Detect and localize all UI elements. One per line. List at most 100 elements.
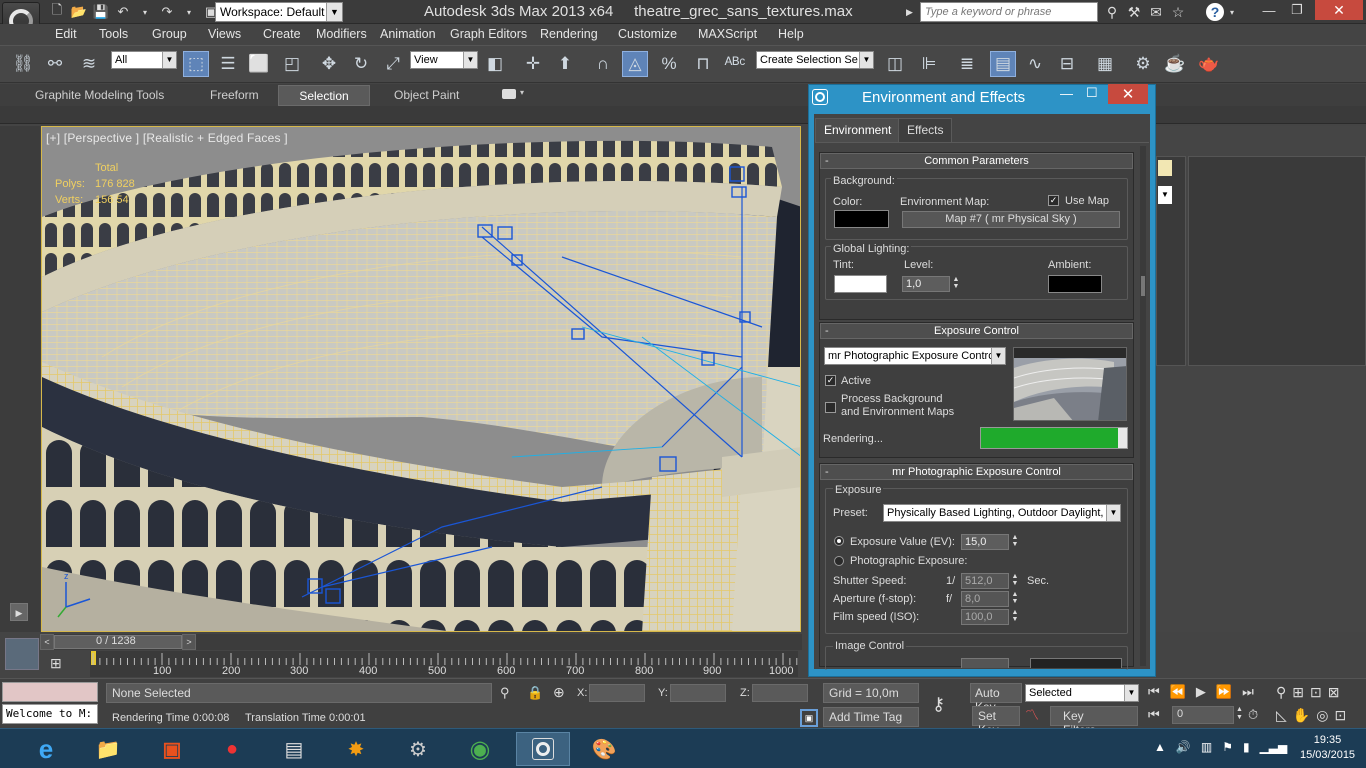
menu-views[interactable]: Views	[208, 27, 241, 41]
key-mode-toggle-icon[interactable]: ⏮	[1148, 707, 1160, 723]
edit-named-selection-icon[interactable]: ᴬᴮᶜ	[722, 51, 748, 77]
z-coord-field[interactable]	[752, 684, 808, 702]
system-tool-icon[interactable]: ⚙	[398, 732, 438, 766]
play-icon[interactable]: ▶	[10, 603, 28, 621]
common-parameters-header[interactable]: - Common Parameters	[820, 153, 1133, 169]
preset-dropdown[interactable]: Physically Based Lighting, Outdoor Dayli…	[883, 504, 1121, 522]
keyboard-shortcut-icon[interactable]: ⬆	[552, 51, 578, 77]
tab-effects[interactable]: Effects	[898, 118, 953, 142]
redo-icon[interactable]: ↷	[158, 3, 176, 21]
previous-frame-icon[interactable]: ⏪	[1170, 684, 1186, 700]
mirror-icon[interactable]: ◫	[882, 51, 908, 77]
time-slider[interactable]: < >	[40, 634, 802, 650]
key-filters-button[interactable]: Key Filters...	[1050, 706, 1138, 737]
internet-explorer-icon[interactable]: e	[26, 732, 66, 766]
menu-create[interactable]: Create	[263, 27, 301, 41]
tab-selection[interactable]: Selection	[278, 85, 370, 106]
spinner-arrows-icon[interactable]: ▲ ▼	[1010, 534, 1020, 550]
chevron-right-icon[interactable]: >	[182, 634, 196, 650]
set-key-button[interactable]: Set Key	[972, 706, 1020, 737]
pan-icon[interactable]: ✋	[1293, 707, 1310, 724]
next-frame-icon[interactable]: ⏩	[1216, 684, 1232, 700]
render-setup-icon[interactable]: ⚙	[1130, 51, 1156, 77]
select-by-name-icon[interactable]: ☰	[215, 51, 241, 77]
help-icon[interactable]: ?	[1206, 3, 1224, 21]
avast-icon[interactable]: ✸	[336, 732, 376, 766]
schematic-view-icon[interactable]: ⊟	[1054, 51, 1080, 77]
tint-color-swatch[interactable]	[834, 275, 887, 293]
camera-app-icon[interactable]: ●	[212, 732, 252, 766]
reference-coordinate-dropdown[interactable]: View ▼	[410, 51, 478, 69]
rendered-frame-window-icon[interactable]: ☕	[1162, 51, 1188, 77]
workspace-dropdown[interactable]: Workspace: Default ▼	[215, 2, 343, 22]
auto-key-button[interactable]: Auto Key	[970, 683, 1022, 714]
zoom-extents-icon[interactable]: ⊡	[1310, 684, 1322, 701]
tab-environment[interactable]: Environment	[815, 118, 901, 142]
selection-filter-dropdown[interactable]: All ▼	[111, 51, 177, 69]
rotate-icon[interactable]: ↻	[348, 51, 374, 77]
select-object-icon[interactable]: ⬚	[183, 51, 209, 77]
render-production-icon[interactable]: 🫖	[1196, 51, 1222, 77]
office-icon[interactable]: ▣	[152, 732, 192, 766]
paint-app-icon[interactable]: 🎨	[584, 732, 624, 766]
search-input[interactable]: Type a keyword or phrase	[920, 2, 1098, 22]
save-icon[interactable]: 💾	[92, 3, 110, 21]
maximize-viewport-icon[interactable]: ⊡	[1334, 707, 1346, 724]
minimize-button[interactable]: —	[1255, 0, 1283, 20]
layer-manager-icon[interactable]: ≣	[954, 51, 980, 77]
graphite-toggle-icon[interactable]: ▤	[990, 51, 1016, 77]
process-background-checkbox[interactable]	[825, 402, 836, 413]
menu-graph-editors[interactable]: Graph Editors	[450, 27, 527, 41]
scale-icon[interactable]: ⤢	[380, 51, 406, 77]
spinner-arrows-icon[interactable]: ▲ ▼	[1010, 609, 1020, 625]
link-icon[interactable]: ⛓	[10, 51, 36, 77]
installer-icon[interactable]: ▤	[274, 732, 314, 766]
align-icon[interactable]: ⊫	[916, 51, 942, 77]
dialog-maximize-button[interactable]: ☐	[1086, 85, 1098, 101]
orbit-icon[interactable]: ◎	[1316, 707, 1328, 724]
zoom-extents-all-icon[interactable]: ⊠	[1328, 684, 1340, 701]
chrome-icon[interactable]: ◉	[460, 732, 500, 766]
bind-space-warp-icon[interactable]: ≋	[76, 51, 102, 77]
spinner-snap-icon[interactable]: ⊓	[690, 51, 716, 77]
exposure-control-header[interactable]: - Exposure Control	[820, 323, 1133, 339]
menu-help[interactable]: Help	[778, 27, 804, 41]
help-dropdown-icon[interactable]: ▾	[1226, 2, 1238, 22]
new-file-icon[interactable]: 🗋	[48, 2, 66, 21]
dialog-close-button[interactable]: ✕	[1108, 84, 1148, 104]
menu-tools[interactable]: Tools	[99, 27, 128, 41]
exposure-control-dropdown[interactable]: mr Photographic Exposure Control ▼	[824, 347, 1006, 365]
move-icon[interactable]: ✥	[316, 51, 342, 77]
aperture-spinner[interactable]: 8,0 ▲ ▼	[961, 591, 1018, 607]
exposure-value-spinner[interactable]: 15,0 ▲ ▼	[961, 534, 1018, 550]
file-explorer-icon[interactable]: 📁	[88, 732, 128, 766]
frame-spinner-icon[interactable]: ▲ ▼	[1236, 706, 1243, 722]
restore-button[interactable]: ❐	[1283, 0, 1311, 20]
show-hidden-icons-icon[interactable]: ▲	[1154, 740, 1166, 754]
dialog-minimize-button[interactable]: —	[1060, 86, 1073, 101]
level-spinner[interactable]: 1,0 ▲ ▼	[902, 276, 959, 292]
add-time-tag-button[interactable]: Add Time Tag	[823, 707, 919, 727]
redo-dropdown-icon[interactable]: ▾	[180, 3, 198, 21]
background-color-swatch[interactable]	[834, 210, 889, 228]
photographic-exposure-radio[interactable]	[834, 556, 844, 566]
unlink-icon[interactable]: ⚯	[42, 51, 68, 77]
menu-animation[interactable]: Animation	[380, 27, 436, 41]
spinner-arrows-icon[interactable]: ▲ ▼	[1010, 573, 1020, 589]
battery-icon[interactable]: ▮	[1243, 740, 1250, 754]
search-expand-icon[interactable]: ▶	[906, 3, 918, 21]
select-manipulate-icon[interactable]: ✛	[520, 51, 546, 77]
ambient-color-swatch[interactable]	[1048, 275, 1102, 293]
ribbon-options-icon[interactable]	[502, 89, 516, 99]
speaker-icon[interactable]: 🔊	[1176, 740, 1191, 754]
chevron-left-icon[interactable]: <	[40, 634, 54, 650]
material-editor-icon[interactable]: ▦	[1092, 51, 1118, 77]
selection-lock-icon[interactable]: 🔒	[527, 685, 543, 701]
key-icon[interactable]: ⚷	[932, 694, 945, 715]
object-color-swatch[interactable]	[1158, 160, 1172, 176]
absolute-mode-icon[interactable]: ⊕	[553, 684, 565, 701]
key-tangent-icon[interactable]: 〽	[1025, 705, 1047, 725]
go-to-end-icon[interactable]: ⏭	[1242, 684, 1254, 700]
mini-curve-editor-button[interactable]	[5, 638, 39, 670]
environment-map-button[interactable]: Map #7 ( mr Physical Sky )	[902, 211, 1120, 228]
